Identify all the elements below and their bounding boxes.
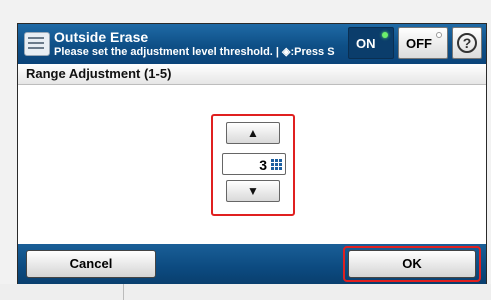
ok-button[interactable]: OK — [348, 250, 476, 278]
title-bar: Outside Erase Please set the adjustment … — [18, 24, 486, 64]
section-header: Range Adjustment (1-5) — [18, 64, 486, 85]
device-lower-edge — [0, 284, 491, 300]
cancel-button[interactable]: Cancel — [26, 250, 156, 278]
help-button[interactable]: ? — [452, 27, 482, 59]
level-value-field[interactable]: 3 — [222, 153, 286, 175]
on-button-label: ON — [356, 36, 376, 51]
outside-erase-icon — [24, 32, 50, 56]
instruction-text: Please set the adjustment level threshol… — [54, 46, 335, 58]
on-button[interactable]: ON — [348, 27, 394, 59]
content-area: ▲ 3 ▼ — [18, 85, 486, 244]
page-title: Outside Erase — [54, 29, 149, 45]
divider — [123, 284, 124, 300]
off-button[interactable]: OFF — [398, 27, 448, 59]
keypad-icon — [271, 159, 282, 170]
range-adjustment-label: Range Adjustment (1-5) — [26, 66, 172, 81]
help-icon: ? — [457, 33, 477, 53]
bottom-bar: Cancel OK — [18, 244, 486, 284]
increase-button[interactable]: ▲ — [226, 122, 280, 144]
stepper-highlight: ▲ 3 ▼ — [211, 114, 295, 216]
level-value: 3 — [259, 157, 267, 173]
off-indicator-led — [436, 32, 442, 38]
on-indicator-led — [382, 32, 388, 38]
decrease-button[interactable]: ▼ — [226, 180, 280, 202]
off-button-label: OFF — [406, 36, 432, 51]
panel-screen: Outside Erase Please set the adjustment … — [17, 23, 487, 285]
